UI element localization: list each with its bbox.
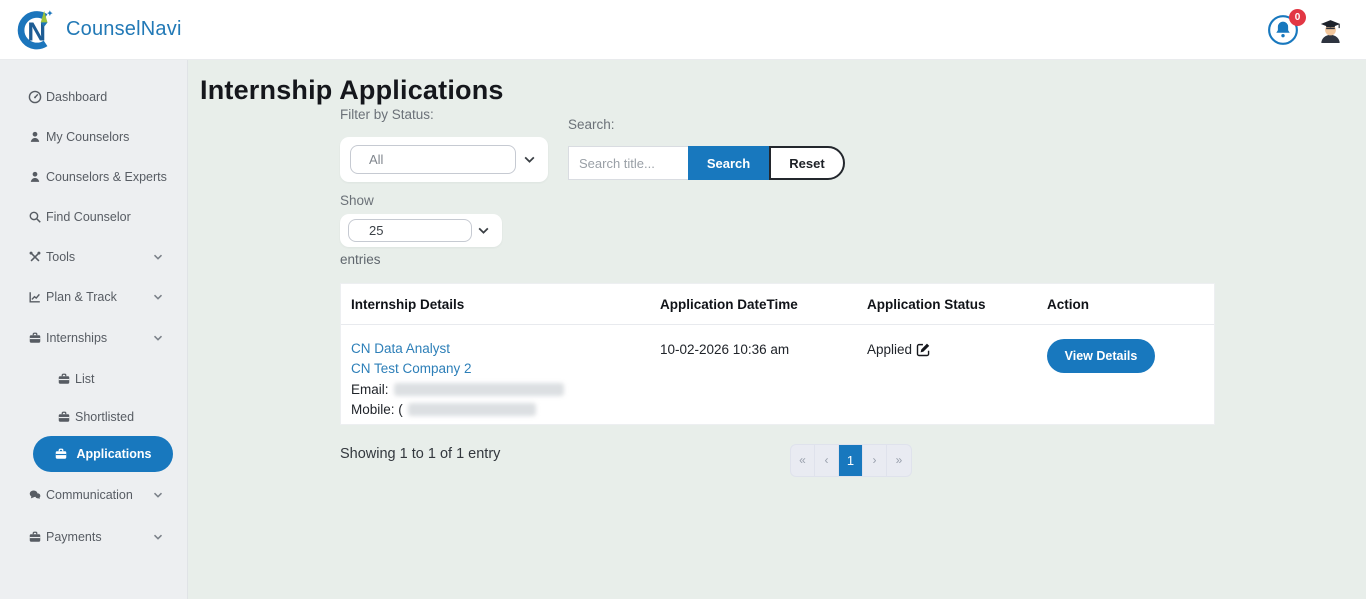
- column-header-internship-details: Internship Details: [351, 297, 464, 312]
- email-value-redacted: [394, 383, 564, 396]
- email-line: Email:: [351, 382, 564, 397]
- entries-label: entries: [340, 252, 381, 267]
- topbar: N CounselNavi 0: [0, 0, 1366, 60]
- cn-compass-logo-icon: N: [14, 8, 58, 52]
- sidebar-item-payments[interactable]: Payments: [0, 526, 188, 548]
- search-icon: [28, 210, 42, 224]
- chevron-down-icon: [152, 332, 164, 344]
- table-header-row: Internship Details Application DateTime …: [341, 284, 1214, 325]
- internship-title-link[interactable]: CN Data Analyst: [351, 341, 450, 356]
- sidebar: Dashboard My Counselors Counselors & Exp…: [0, 60, 188, 599]
- search-button[interactable]: Search: [688, 146, 769, 180]
- status-filter-value: All: [350, 145, 516, 174]
- sidebar-item-label: Shortlisted: [75, 410, 134, 424]
- sidebar-item-label: Find Counselor: [46, 210, 131, 224]
- application-datetime: 10-02-2026 10:36 am: [660, 342, 789, 357]
- sidebar-item-dashboard[interactable]: Dashboard: [0, 86, 188, 108]
- chevron-down-icon: [152, 291, 164, 303]
- pagination-last-button[interactable]: »: [887, 445, 911, 476]
- briefcase-icon: [28, 530, 42, 544]
- sidebar-item-internships-applications-active[interactable]: Applications: [33, 436, 173, 472]
- chat-icon: [28, 488, 42, 502]
- sidebar-item-my-counselors[interactable]: My Counselors: [0, 126, 188, 148]
- tools-icon: [28, 250, 42, 264]
- mobile-line: Mobile: (: [351, 402, 536, 417]
- reset-button[interactable]: Reset: [769, 146, 845, 180]
- sidebar-item-label: List: [75, 372, 94, 386]
- search-label: Search:: [568, 117, 615, 132]
- showing-entries-text: Showing 1 to 1 of 1 entry: [340, 446, 500, 462]
- page-size-select[interactable]: 25: [340, 214, 502, 247]
- sidebar-item-label: Dashboard: [46, 90, 107, 104]
- notifications-button[interactable]: 0: [1267, 14, 1299, 46]
- edit-pencil-square-icon[interactable]: [916, 342, 931, 357]
- sidebar-item-label: Applications: [76, 447, 151, 461]
- page-size-value: 25: [348, 219, 472, 242]
- column-header-application-status: Application Status: [867, 297, 986, 312]
- column-header-application-datetime: Application DateTime: [660, 297, 798, 312]
- user-avatar[interactable]: [1317, 17, 1344, 44]
- briefcase-icon: [28, 331, 42, 345]
- sidebar-item-internships-list[interactable]: List: [0, 368, 188, 390]
- mobile-label: Mobile: (: [351, 402, 403, 417]
- pagination-page-1-button[interactable]: 1: [839, 445, 863, 476]
- sidebar-item-internships[interactable]: Internships: [0, 327, 188, 349]
- briefcase-icon: [54, 447, 68, 461]
- status-text: Applied: [867, 342, 912, 357]
- email-label: Email:: [351, 382, 389, 397]
- show-label: Show: [340, 193, 374, 208]
- notification-count-badge: 0: [1289, 9, 1306, 26]
- sidebar-item-label: Internships: [46, 331, 107, 345]
- briefcase-icon: [57, 372, 71, 386]
- status-filter-select[interactable]: All: [340, 137, 548, 182]
- chevron-down-icon: [152, 489, 164, 501]
- search-input[interactable]: [568, 146, 688, 180]
- pagination-prev-button[interactable]: ‹: [815, 445, 839, 476]
- chevron-down-icon: [523, 153, 536, 166]
- pagination-first-button[interactable]: «: [791, 445, 815, 476]
- sidebar-item-plan-track[interactable]: Plan & Track: [0, 286, 188, 308]
- brand[interactable]: N CounselNavi: [0, 8, 182, 52]
- search-group: Search Reset: [568, 146, 845, 180]
- pagination-next-button[interactable]: ›: [863, 445, 887, 476]
- application-status-cell: Applied: [867, 342, 931, 357]
- chart-icon: [28, 290, 42, 304]
- briefcase-icon: [57, 410, 71, 424]
- mobile-value-redacted: [408, 403, 536, 416]
- column-header-action: Action: [1047, 297, 1089, 312]
- dashboard-gauge-icon: [28, 90, 42, 104]
- filter-status-label: Filter by Status:: [340, 107, 434, 122]
- page-title: Internship Applications: [200, 75, 504, 106]
- chevron-down-icon: [152, 531, 164, 543]
- sidebar-item-label: My Counselors: [46, 130, 129, 144]
- chevron-down-icon: [477, 224, 490, 237]
- sidebar-item-counselors-experts[interactable]: Counselors & Experts: [0, 166, 188, 188]
- sidebar-item-label: Counselors & Experts: [46, 170, 167, 184]
- sidebar-item-tools[interactable]: Tools: [0, 246, 188, 268]
- view-details-button[interactable]: View Details: [1047, 339, 1155, 373]
- pagination: « ‹ 1 › »: [790, 444, 912, 477]
- person-icon: [28, 170, 42, 184]
- applications-table: Internship Details Application DateTime …: [340, 283, 1215, 425]
- sidebar-item-label: Communication: [46, 488, 133, 502]
- sidebar-item-label: Plan & Track: [46, 290, 117, 304]
- sidebar-item-internships-shortlisted[interactable]: Shortlisted: [0, 406, 188, 428]
- main-content: Internship Applications Filter by Status…: [188, 60, 1366, 599]
- company-name-link[interactable]: CN Test Company 2: [351, 361, 472, 376]
- person-icon: [28, 130, 42, 144]
- brand-name: CounselNavi: [66, 18, 182, 41]
- sidebar-item-find-counselor[interactable]: Find Counselor: [0, 206, 188, 228]
- sidebar-item-label: Tools: [46, 250, 75, 264]
- sidebar-item-label: Payments: [46, 530, 102, 544]
- sidebar-item-communication[interactable]: Communication: [0, 484, 188, 506]
- chevron-down-icon: [152, 251, 164, 263]
